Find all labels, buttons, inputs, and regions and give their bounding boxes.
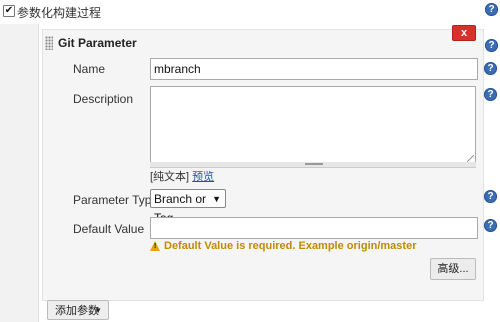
warning-text: Default Value is required. Example origi… (164, 240, 417, 252)
help-icon[interactable]: ? (484, 88, 497, 101)
default-value-label: Default Value (73, 222, 145, 236)
default-value-field[interactable] (150, 217, 478, 239)
description-textarea[interactable] (150, 86, 476, 164)
panel-title: Git Parameter (58, 36, 137, 50)
warning-icon: ! (150, 241, 160, 251)
plain-text-label: [纯文本] (150, 171, 193, 183)
build-params-label: 参数化构建过程 (17, 6, 102, 20)
chevron-down-icon: ▼ (212, 194, 221, 204)
delete-parameter-button[interactable]: x (452, 25, 476, 41)
splitter-grip-icon (305, 163, 323, 165)
left-gutter (0, 24, 39, 322)
build-params-checkbox[interactable]: ✔ (3, 5, 15, 17)
description-label: Description (73, 92, 134, 106)
help-icon[interactable]: ? (484, 219, 497, 232)
default-value-warning: ! Default Value is required. Example orig… (150, 240, 416, 252)
add-parameter-button[interactable]: 添加参数 ▼ (47, 300, 109, 320)
plain-text-row: [纯文本] 预览 (150, 168, 214, 184)
parameter-type-label: Parameter Type (73, 193, 159, 207)
advanced-button[interactable]: 高级... (430, 258, 476, 280)
resize-grip-icon[interactable] (467, 155, 474, 162)
help-icon[interactable]: ? (484, 190, 497, 203)
help-icon[interactable]: ? (485, 39, 498, 52)
chevron-down-icon: ▼ (94, 306, 102, 315)
parameter-type-select[interactable]: Branch or Tag ▼ (150, 189, 226, 225)
help-icon[interactable]: ? (484, 62, 497, 75)
add-parameter-label: 添加参数 (55, 305, 99, 317)
name-label: Name (73, 62, 106, 76)
help-icon[interactable]: ? (485, 3, 498, 16)
drag-handle-icon[interactable] (45, 36, 53, 50)
preview-link[interactable]: 预览 (192, 171, 214, 183)
name-field[interactable]: mbranch (150, 58, 478, 80)
